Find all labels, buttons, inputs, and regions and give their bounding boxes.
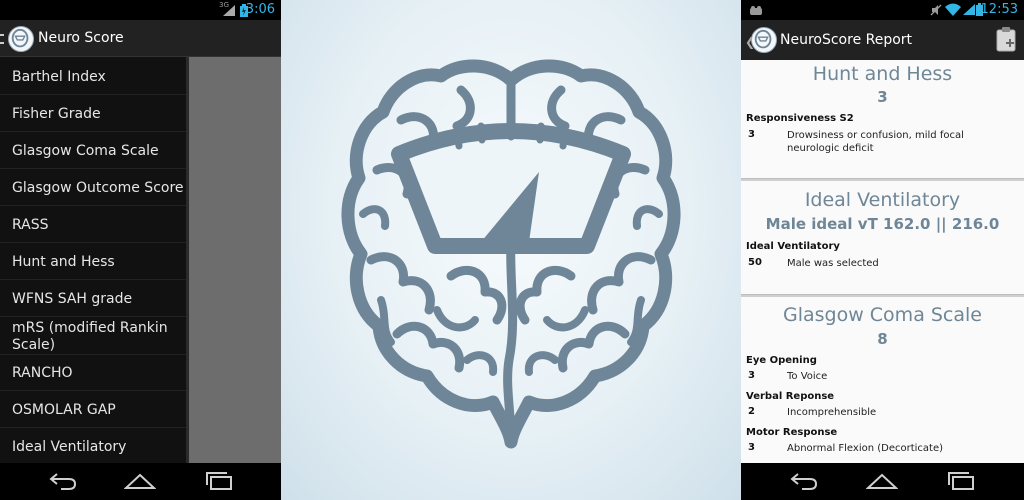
report-content[interactable]: Hunt and Hess 3 Responsiveness S2 3 Drow… (741, 60, 1024, 463)
drawer-divider (0, 131, 187, 132)
drawer-item-fisher-grade[interactable]: Fisher Grade (0, 106, 187, 123)
app-logo-icon[interactable] (8, 26, 34, 52)
drawer-item-ideal-ventilatory[interactable]: Ideal Ventilatory (0, 439, 187, 456)
drawer-item-osmolar-gap[interactable]: OSMOLAR GAP (0, 402, 187, 419)
recent-apps-icon[interactable] (203, 471, 235, 491)
drawer-divider (0, 168, 187, 169)
card-score: 8 (877, 330, 888, 348)
section-label: Motor Response (746, 427, 838, 438)
section-label: Responsiveness S2 (746, 113, 854, 124)
drawer-divider (0, 390, 187, 391)
clipboard-icon[interactable] (996, 27, 1016, 52)
drawer-item-rancho[interactable]: RANCHO (0, 365, 187, 382)
card-score: Male ideal vT 162.0 || 216.0 (765, 215, 1000, 233)
drawer-item-barthel-index[interactable]: Barthel Index (0, 69, 187, 86)
brain-gauge-logo-icon (341, 59, 681, 449)
action-bar: ❮ NeuroScore Report (741, 20, 1024, 60)
notification-icon (750, 6, 762, 15)
mute-icon (930, 4, 942, 16)
drawer-divider (0, 94, 187, 95)
status-bar: 3G 3:06 (0, 0, 281, 20)
drawer-item-wfns-sah-grade[interactable]: WFNS SAH grade (0, 291, 187, 308)
card-title: Glasgow Coma Scale (782, 304, 982, 326)
row-score: 3 (748, 442, 755, 453)
drawer-divider (0, 427, 187, 428)
navigation-bar (741, 463, 1024, 500)
left-phone-screen: 3G 3:06 Neuro Score Barthel Index Fisher… (0, 0, 281, 500)
card-title: Hunt and Hess (812, 63, 953, 85)
home-icon[interactable] (124, 471, 156, 491)
row-text: Drowsiness or confusion, mild focal neur… (787, 130, 964, 154)
back-icon[interactable] (788, 471, 820, 491)
report-card-glasgow-coma-scale: Glasgow Coma Scale 8 Eye Opening 3 To Vo… (741, 297, 1024, 463)
action-bar: Neuro Score (0, 20, 281, 57)
row-score: 2 (748, 406, 755, 417)
drawer-caret-icon[interactable] (0, 34, 4, 44)
drawer-item-glasgow-coma-scale[interactable]: Glasgow Coma Scale (0, 143, 187, 160)
drawer-item-glasgow-outcome-score[interactable]: Glasgow Outcome Score (0, 180, 187, 197)
status-time: 3:06 (245, 2, 275, 17)
drawer-item-rass[interactable]: RASS (0, 217, 187, 234)
card-score: 3 (877, 88, 888, 106)
row-score: 3 (748, 129, 755, 140)
brain-gauge-promo (281, 0, 741, 500)
navigation-drawer: Barthel Index Fisher Grade Glasgow Coma … (0, 57, 187, 463)
report-title: NeuroScore Report (780, 32, 913, 48)
row-score: 3 (748, 370, 755, 381)
drawer-item-hunt-and-hess[interactable]: Hunt and Hess (0, 254, 187, 271)
wifi-icon (945, 3, 961, 16)
status-time: 12:53 (980, 2, 1018, 17)
signal-icon (963, 4, 975, 15)
report-card-ideal-ventilatory: Ideal Ventilatory Male ideal vT 162.0 ||… (741, 181, 1024, 294)
drawer-divider (0, 279, 187, 280)
signal-icon (223, 5, 235, 16)
navigation-bar (0, 463, 281, 500)
drawer-item-mrs[interactable]: mRS (modified Rankin Scale) (0, 320, 170, 354)
app-title: Neuro Score (38, 30, 124, 46)
right-phone-screen: 12:53 ❮ NeuroScore Report Hunt and Hess (741, 0, 1024, 500)
section-label: Eye Opening (746, 355, 817, 366)
row-text: Abnormal Flexion (Decorticate) (787, 443, 944, 454)
section-label: Verbal Reponse (746, 391, 835, 402)
status-bar: 12:53 (741, 0, 1024, 20)
drawer-divider (0, 242, 187, 243)
drawer-divider (0, 205, 187, 206)
report-card-hunt-and-hess: Hunt and Hess 3 Responsiveness S2 3 Drow… (741, 60, 1024, 178)
drawer-scrim[interactable] (189, 57, 281, 463)
section-label: Ideal Ventilatory (746, 241, 840, 252)
home-icon[interactable] (866, 471, 898, 491)
row-text: Male was selected (787, 258, 879, 269)
back-icon[interactable] (47, 471, 79, 491)
card-title: Ideal Ventilatory (804, 189, 961, 211)
row-score: 50 (748, 257, 762, 268)
app-logo-icon[interactable] (751, 27, 777, 53)
drawer-divider (0, 354, 187, 355)
recent-apps-icon[interactable] (945, 471, 977, 491)
row-text: Incomprehensible (787, 407, 877, 418)
drawer-divider (0, 316, 187, 317)
row-text: To Voice (787, 371, 828, 382)
